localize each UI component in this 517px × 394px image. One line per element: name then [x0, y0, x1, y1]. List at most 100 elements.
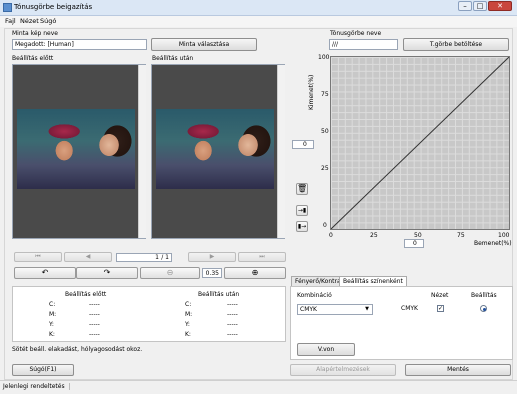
input-spin-value: 0: [413, 240, 417, 247]
before-label: Beállítás előtt: [12, 55, 54, 62]
title-bar: Tónusgörbe beigazítás – □ ✕: [0, 0, 517, 16]
curve-name-field[interactable]: ///: [329, 39, 398, 50]
y-tick-75: 75: [321, 91, 329, 98]
arrow-out-icon: ▮→: [297, 223, 307, 230]
rotate-right-button[interactable]: ↷: [76, 267, 138, 279]
trash-icon: 🗑: [297, 184, 308, 193]
combination-select[interactable]: CMYK ▼: [297, 304, 373, 315]
row-y-key-before: Y:: [49, 321, 54, 328]
adjust-column-label: Beállítás: [471, 292, 497, 299]
close-button[interactable]: ✕: [488, 1, 512, 11]
after-image: [156, 109, 274, 189]
x-tick-0: 0: [329, 232, 333, 239]
page-indicator[interactable]: 1 / 1: [116, 253, 172, 262]
zoom-field[interactable]: 0.35: [202, 268, 222, 278]
after-scrollbar[interactable]: [277, 65, 285, 238]
import-point-button[interactable]: →▮: [296, 205, 308, 216]
rotate-left-icon: ↶: [41, 268, 49, 277]
sample-name-field[interactable]: Megadott: [Human]: [12, 39, 147, 50]
row-y-after: -----: [227, 321, 238, 328]
row-m-after: -----: [227, 311, 238, 318]
last-page-button[interactable]: ⏭: [238, 252, 286, 262]
save-button[interactable]: Mentés: [405, 364, 511, 376]
tab-color-adjust[interactable]: Beállítás színenként: [339, 276, 407, 286]
sample-label: Minta kép neve: [12, 30, 58, 37]
values-table: Beállítás előtt Beállítás után C: ----- …: [12, 286, 286, 342]
row-c-key-after: C:: [185, 301, 192, 308]
before-preview: [12, 64, 146, 239]
rotate-left-button[interactable]: ↶: [14, 267, 76, 279]
minimize-button[interactable]: –: [458, 1, 472, 11]
x-tick-100: 100: [498, 232, 510, 239]
row-m-key-before: M:: [49, 311, 57, 318]
view-column-label: Nézet: [431, 292, 449, 299]
arrow-in-icon: →▮: [297, 207, 307, 214]
menu-view[interactable]: Nézet: [20, 17, 39, 25]
row-y-before: -----: [89, 321, 100, 328]
menu-bar: Fajl Nézet Súgó: [0, 16, 517, 27]
row-c-after: -----: [227, 301, 238, 308]
delete-point-button[interactable]: 🗑: [296, 183, 308, 195]
menu-file[interactable]: Fajl: [5, 17, 16, 25]
output-spinbox[interactable]: 0: [292, 140, 314, 149]
x-tick-50: 50: [414, 232, 422, 239]
zoom-in-icon: ⊕: [251, 268, 259, 277]
tone-curve-graph[interactable]: [330, 56, 510, 230]
row-k-before: -----: [89, 331, 100, 338]
output-axis-label: Kimenet(%): [308, 74, 315, 110]
x-tick-75: 75: [457, 232, 465, 239]
x-tick-25: 25: [370, 232, 378, 239]
chevron-down-icon: ▼: [365, 306, 369, 312]
window-title: Tónusgörbe beigazítás: [14, 3, 93, 11]
export-point-button[interactable]: ▮→: [296, 221, 308, 232]
before-scrollbar[interactable]: [138, 65, 146, 238]
zoom-in-button[interactable]: ⊕: [224, 267, 286, 279]
row-k-key-before: K:: [49, 331, 55, 338]
row-m-key-after: M:: [185, 311, 193, 318]
zoom-out-icon: ⊖: [166, 268, 174, 277]
row-k-after: -----: [227, 331, 238, 338]
maximize-button[interactable]: □: [473, 1, 487, 11]
restore-defaults-button[interactable]: Alapértelmezések: [290, 364, 396, 376]
status-bar: Jelenlegi rendeltetés: [0, 380, 517, 394]
page-current: 1: [155, 254, 159, 261]
select-sample-button[interactable]: Minta választása: [151, 38, 257, 51]
adjust-radio[interactable]: [480, 305, 487, 312]
row-m-before: -----: [89, 311, 100, 318]
load-curve-button[interactable]: T.görbe betöltése: [403, 38, 509, 51]
zoom-out-button[interactable]: ⊖: [140, 267, 200, 279]
row-c-before: -----: [89, 301, 100, 308]
prev-page-button[interactable]: ◀: [64, 252, 112, 262]
combination-label: Kombináció: [297, 292, 332, 299]
next-page-button[interactable]: ▶: [188, 252, 236, 262]
status-text: Jelenlegi rendeltetés: [3, 383, 70, 390]
after-label: Beállítás után: [152, 55, 194, 62]
color-adjust-panel: Kombináció Nézet Beállítás CMYK ▼ CMYK ✓…: [290, 286, 513, 360]
reset-button[interactable]: V.von: [297, 343, 355, 356]
curve-label: Tónusgörbe neve: [330, 30, 382, 37]
input-axis-label: Bemenet(%): [474, 240, 512, 247]
first-page-button[interactable]: ⏮: [14, 252, 62, 262]
y-tick-25: 25: [321, 165, 329, 172]
values-before-header: Beállítás előtt: [65, 291, 107, 298]
cmyk-row-label: CMYK: [401, 305, 418, 312]
app-icon: [3, 3, 12, 12]
input-spinbox[interactable]: 0: [404, 239, 424, 248]
combination-value: CMYK: [300, 306, 317, 313]
row-k-key-after: K:: [185, 331, 191, 338]
page-total: / 1: [161, 254, 169, 261]
y-tick-50: 50: [321, 128, 329, 135]
after-preview: [151, 64, 285, 239]
tone-curve-line: [331, 57, 509, 229]
row-y-key-after: Y:: [185, 321, 190, 328]
row-c-key-before: C:: [49, 301, 56, 308]
view-checkbox[interactable]: ✓: [437, 305, 444, 312]
help-button[interactable]: Súgó(F1): [12, 364, 74, 376]
warning-note: Sötét beáll. elakadást, hólyagosodást ok…: [12, 346, 143, 353]
menu-help[interactable]: Súgó: [40, 17, 56, 25]
rotate-right-icon: ↷: [103, 268, 111, 277]
before-image: [17, 109, 135, 189]
values-after-header: Beállítás után: [198, 291, 240, 298]
y-tick-100: 100: [318, 54, 330, 61]
output-spin-value: 0: [303, 141, 307, 148]
